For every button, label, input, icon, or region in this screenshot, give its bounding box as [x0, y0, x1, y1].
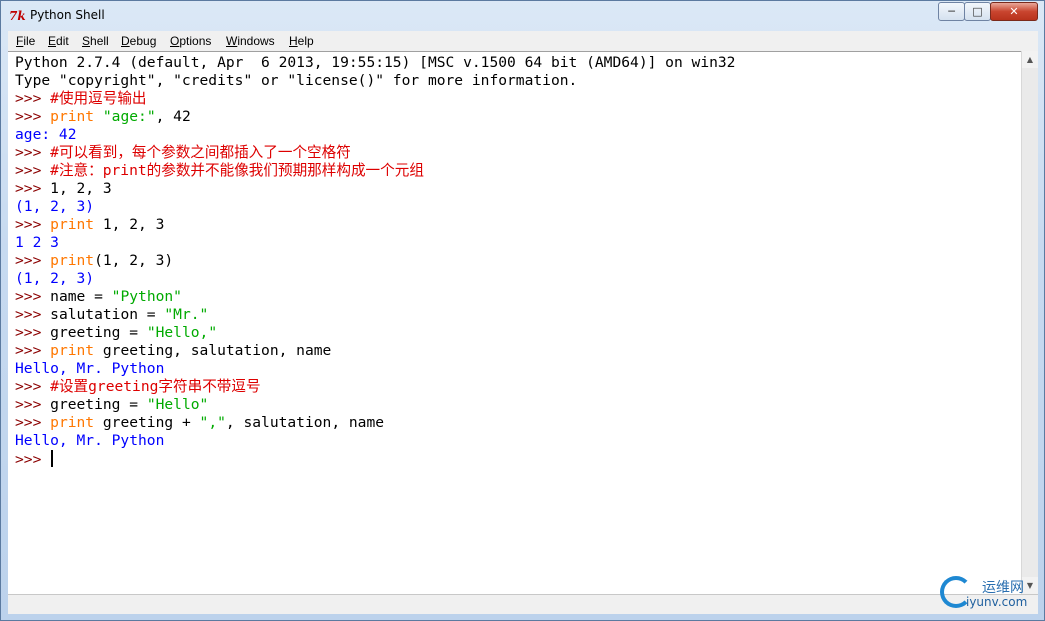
menu-bar: File Edit Shell Debug Options Windows He… [8, 31, 1038, 51]
shell-token-prompt: >>> [15, 324, 51, 341]
shell-token-prompt: >>> [15, 451, 51, 468]
title-bar[interactable]: 7k Python Shell ─ □ ✕ [1, 1, 1044, 31]
shell-token-plain: greeting = [50, 396, 147, 413]
shell-token-str: "Hello," [146, 324, 218, 341]
tk-app-icon[interactable]: 7k [9, 8, 26, 24]
shell-line: >>> salutation = "Mr." [15, 306, 735, 324]
window-title: Python Shell [30, 8, 105, 22]
shell-line: >>> print 1, 2, 3 [15, 216, 735, 234]
shell-token-prompt: >>> [15, 288, 51, 305]
shell-token-kw: print [50, 108, 95, 125]
shell-output[interactable]: Python 2.7.4 (default, Apr 6 2013, 19:55… [15, 54, 735, 468]
shell-text-area[interactable]: Python 2.7.4 (default, Apr 6 2013, 19:55… [8, 51, 1021, 594]
shell-line: >>> #可以看到，每个参数之间都插入了一个空格符 [15, 144, 735, 162]
shell-line: Hello, Mr. Python [15, 360, 735, 378]
shell-token-plain: name = [50, 288, 112, 305]
menu-shell[interactable]: Shell [82, 34, 109, 48]
watermark-name: 运维网 [982, 580, 1024, 596]
shell-token-kw: print [50, 414, 95, 431]
shell-token-plain: (1, 2, 3) [94, 252, 174, 269]
text-cursor [51, 450, 54, 467]
shell-token-prompt: >>> [15, 252, 51, 269]
shell-line: >>> print greeting + ",", salutation, na… [15, 414, 735, 432]
menu-edit[interactable]: Edit [48, 34, 69, 48]
shell-line: >>> print(1, 2, 3) [15, 252, 735, 270]
shell-token-prompt: >>> [15, 90, 51, 107]
menu-debug[interactable]: Debug [121, 34, 156, 48]
shell-token-prompt: >>> [15, 306, 51, 323]
vertical-scrollbar[interactable]: ▲ ▼ [1021, 51, 1038, 594]
shell-token-str: "," [199, 414, 226, 431]
shell-token-plain [94, 108, 103, 125]
shell-token-out: (1, 2, 3) [15, 270, 95, 287]
shell-token-prompt: >>> [15, 396, 51, 413]
watermark-url: iyunv.com [966, 595, 1028, 609]
shell-token-kw: print [50, 216, 95, 233]
menu-file[interactable]: File [16, 34, 35, 48]
minimize-button[interactable]: ─ [938, 2, 965, 21]
shell-token-plain: greeting = [50, 324, 147, 341]
shell-line: 1 2 3 [15, 234, 735, 252]
shell-token-prompt: >>> [15, 342, 51, 359]
shell-token-prompt: >>> [15, 180, 51, 197]
shell-token-plain: 1, 2, 3 [94, 216, 165, 233]
shell-line: Hello, Mr. Python [15, 432, 735, 450]
shell-line: Type "copyright", "credits" or "license(… [15, 72, 735, 90]
shell-token-prompt: >>> [15, 414, 51, 431]
shell-token-prompt: >>> [15, 216, 51, 233]
shell-token-str: "Python" [111, 288, 182, 305]
shell-token-plain: , salutation, name [225, 414, 385, 431]
status-bar [8, 594, 1038, 614]
shell-line: >>> #设置greeting字符串不带逗号 [15, 378, 735, 396]
shell-line: (1, 2, 3) [15, 270, 735, 288]
scroll-up-arrow-icon[interactable]: ▲ [1022, 51, 1038, 68]
shell-token-plain: , 42 [155, 108, 191, 125]
shell-token-out: Hello, Mr. Python [15, 360, 165, 377]
maximize-button[interactable]: □ [964, 2, 991, 21]
shell-token-plain: 1, 2, 3 [50, 180, 112, 197]
shell-line: >>> 1, 2, 3 [15, 180, 735, 198]
shell-line: >>> #使用逗号输出 [15, 90, 735, 108]
shell-token-plain: Type "copyright", "credits" or "license(… [15, 72, 578, 89]
shell-token-kw: print [50, 342, 95, 359]
shell-line: (1, 2, 3) [15, 198, 735, 216]
shell-token-prompt: >>> [15, 108, 51, 125]
shell-line: >>> print "age:", 42 [15, 108, 735, 126]
menu-help[interactable]: Help [289, 34, 314, 48]
shell-token-plain: greeting + [94, 414, 200, 431]
shell-token-out: Hello, Mr. Python [15, 432, 165, 449]
shell-line: >>> [15, 450, 735, 468]
shell-line: >>> greeting = "Hello," [15, 324, 735, 342]
shell-token-plain: greeting, salutation, name [94, 342, 332, 359]
shell-token-prompt: >>> [15, 162, 51, 179]
shell-token-cm: #使用逗号输出 [50, 90, 147, 107]
menu-windows[interactable]: Windows [226, 34, 275, 48]
shell-token-prompt: >>> [15, 378, 51, 395]
watermark: 运维网 iyunv.com [940, 574, 1040, 614]
shell-line: Python 2.7.4 (default, Apr 6 2013, 19:55… [15, 54, 735, 72]
close-button[interactable]: ✕ [990, 2, 1038, 21]
shell-line: age: 42 [15, 126, 735, 144]
shell-line: >>> greeting = "Hello" [15, 396, 735, 414]
shell-token-cm: #注意：print的参数并不能像我们预期那样构成一个元组 [50, 162, 424, 179]
shell-token-prompt: >>> [15, 144, 51, 161]
shell-token-cm: #设置greeting字符串不带逗号 [50, 378, 261, 395]
shell-token-plain: salutation = [50, 306, 165, 323]
shell-token-str: "Hello" [146, 396, 209, 413]
shell-token-plain: Python 2.7.4 (default, Apr 6 2013, 19:55… [15, 54, 736, 71]
shell-token-str: "age:" [102, 108, 156, 125]
python-shell-window: 7k Python Shell ─ □ ✕ File Edit Shell De… [0, 0, 1045, 621]
shell-token-out: age: 42 [15, 126, 77, 143]
shell-token-out: (1, 2, 3) [15, 198, 95, 215]
shell-line: >>> #注意：print的参数并不能像我们预期那样构成一个元组 [15, 162, 735, 180]
shell-token-cm: #可以看到，每个参数之间都插入了一个空格符 [50, 144, 351, 161]
shell-token-kw: print [50, 252, 95, 269]
shell-token-out: 1 2 3 [15, 234, 59, 251]
shell-token-str: "Mr." [164, 306, 209, 323]
menu-options[interactable]: Options [170, 34, 211, 48]
shell-line: >>> name = "Python" [15, 288, 735, 306]
shell-line: >>> print greeting, salutation, name [15, 342, 735, 360]
